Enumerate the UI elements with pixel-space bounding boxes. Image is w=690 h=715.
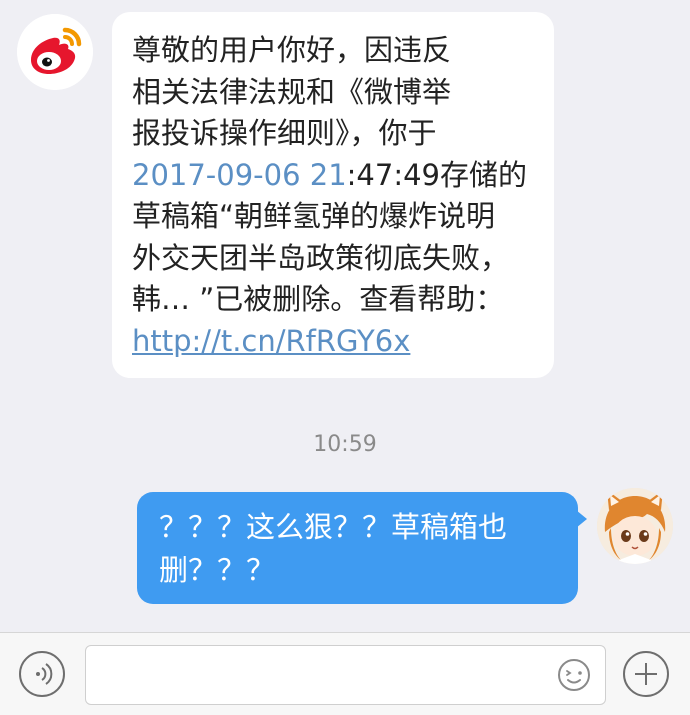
message-input[interactable] [85, 645, 606, 705]
message-line: ？？？这么狠？？草稿箱也 [159, 510, 508, 544]
weibo-logo-icon[interactable] [17, 14, 93, 90]
anime-girl-avatar-icon[interactable] [597, 488, 673, 564]
message-line: 报投诉操作细则》，你于 [132, 116, 437, 150]
plus-icon [635, 663, 657, 685]
date-link[interactable]: 2017-09-06 21 [132, 158, 347, 192]
chat-area[interactable]: 尊敬的用户你好，因违反 相关法律法规和《微博举 报投诉操作细则》，你于 2017… [0, 0, 690, 632]
outgoing-message-bubble[interactable]: ？？？这么狠？？草稿箱也 删？？？ [137, 492, 587, 604]
message-line: 外交天团半岛政策彻底失败， [132, 240, 510, 275]
message-line: 韩… ”已被删除。查看帮助： [132, 282, 505, 316]
message-line-date: 2017-09-06 21:47:49存储的 [132, 155, 534, 197]
add-button[interactable] [623, 651, 669, 697]
message-line: 删？？？ [159, 553, 276, 587]
voice-icon [36, 663, 53, 685]
message-line: 草稿箱“朝鲜氢弹的爆炸说明 [132, 199, 496, 233]
help-link[interactable]: http://t.cn/RfRGY6x [132, 324, 410, 358]
date-rest: :47:49存储的 [346, 157, 528, 192]
incoming-message-bubble[interactable]: 尊敬的用户你好，因违反 相关法律法规和《微博举 报投诉操作细则》，你于 2017… [112, 12, 554, 378]
message-line: 尊敬的用户你好，因违反 [132, 33, 452, 67]
emoji-button[interactable] [557, 658, 591, 692]
message-timestamp: 10:59 [313, 432, 377, 457]
message-line-link: http://t.cn/RfRGY6x [132, 321, 534, 363]
message-line: 相关法律法规和《微博举 [132, 74, 452, 109]
voice-button[interactable] [19, 651, 65, 697]
composer-bar [0, 632, 690, 715]
emoji-icon [558, 659, 590, 691]
